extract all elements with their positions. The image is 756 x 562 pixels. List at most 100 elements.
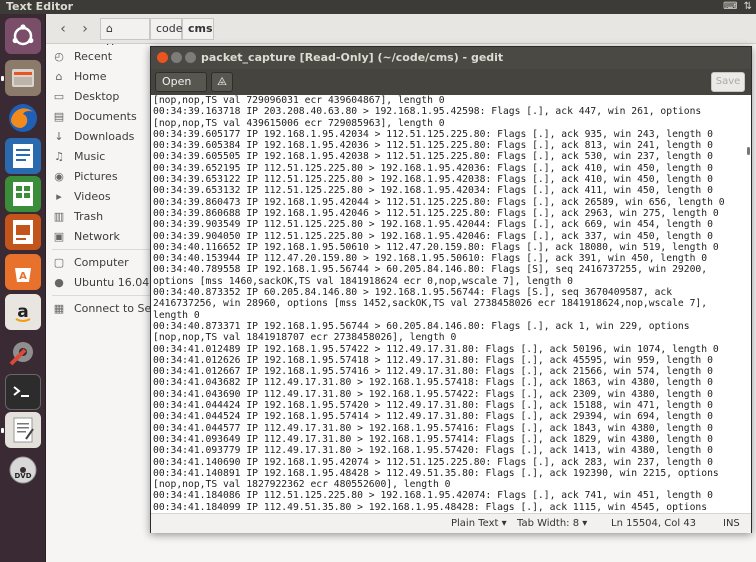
editor-line[interactable]: 00:34:39.653132 IP 112.51.125.225.80 > 1… xyxy=(153,185,749,196)
system-tray: ⌨ ⇅ xyxy=(723,0,752,14)
svg-text:DVD: DVD xyxy=(14,472,31,480)
editor-line[interactable]: 00:34:39.904050 IP 112.51.125.225.80 > 1… xyxy=(153,231,749,242)
editor-line[interactable]: 00:34:41.012489 IP 192.168.1.95.57422 > … xyxy=(153,344,749,355)
editor-line[interactable]: 00:34:41.140690 IP 192.168.1.95.42074 > … xyxy=(153,457,749,468)
editor-line[interactable]: 00:34:41.044524 IP 192.168.1.95.57414 > … xyxy=(153,411,749,422)
editor-line[interactable]: 00:34:39.903549 IP 112.51.125.225.80 > 1… xyxy=(153,219,749,230)
breadcrumb-home[interactable]: ⌂ Home xyxy=(100,18,150,55)
sidebar-item-computer[interactable]: ▢ Computer xyxy=(52,253,129,271)
new-tab-button[interactable]: ⨹ xyxy=(211,72,233,92)
sidebar-item-trash[interactable]: ▥ Trash xyxy=(52,207,103,225)
scrollbar-thumb[interactable] xyxy=(747,147,750,155)
editor-line[interactable]: 00:34:39.605177 IP 192.168.1.95.42034 > … xyxy=(153,129,749,140)
firefox-icon[interactable] xyxy=(5,100,41,136)
editor-line[interactable]: 00:34:41.093779 IP 112.49.17.31.80 > 192… xyxy=(153,445,749,456)
software-center-icon[interactable]: A xyxy=(5,254,41,290)
editor-line[interactable]: 00:34:41.184099 IP 112.49.51.35.80 > 192… xyxy=(153,502,749,513)
editor-line[interactable]: 00:34:41.044424 IP 192.168.1.95.57420 > … xyxy=(153,400,749,411)
editor-line[interactable]: 00:34:39.653122 IP 112.51.125.225.80 > 1… xyxy=(153,174,749,185)
editor-line[interactable]: 00:34:41.044577 IP 112.49.17.31.80 > 192… xyxy=(153,423,749,434)
close-button[interactable] xyxy=(157,52,168,63)
libreoffice-calc-icon[interactable] xyxy=(5,176,41,212)
maximize-button[interactable] xyxy=(185,52,196,63)
files-running-indicator xyxy=(1,76,4,81)
computer-icon: ▢ xyxy=(53,255,65,269)
editor-content[interactable]: [nop,nop,TS val 729096031 ecr 439604867]… xyxy=(151,95,751,513)
editor-line[interactable]: [nop,nop,TS val 729096031 ecr 439604867]… xyxy=(153,95,749,106)
sidebar-item-network[interactable]: ▣ Network xyxy=(52,227,120,245)
music-icon: ♫ xyxy=(54,149,64,163)
amazon-icon[interactable]: a xyxy=(5,294,41,330)
language-selector[interactable]: Plain Text ▾ xyxy=(451,514,507,534)
editor-line[interactable]: [nop,nop,TS val 1841918707 ecr 273845802… xyxy=(153,332,749,343)
chevron-down-icon: ▾ xyxy=(582,518,588,529)
text-editor-area[interactable]: [nop,nop,TS val 729096031 ecr 439604867]… xyxy=(151,95,751,513)
folder-icon: ▭ xyxy=(53,89,65,103)
editor-line[interactable]: 00:34:39.605505 IP 192.168.1.95.42038 > … xyxy=(153,151,749,162)
editor-line[interactable]: 00:34:41.043682 IP 112.49.17.31.80 > 192… xyxy=(153,377,749,388)
breadcrumb-cms[interactable]: cms xyxy=(182,18,214,40)
open-button[interactable]: Open ▾ xyxy=(155,72,207,105)
editor-line[interactable]: [nop,nop,TS val 1827922362 ecr 480552600… xyxy=(153,479,749,490)
editor-line[interactable]: 00:34:40.789558 IP 192.168.1.95.56744 > … xyxy=(153,264,749,275)
gedit-titlebar[interactable]: packet_capture [Read-Only] (~/code/cms) … xyxy=(151,47,751,69)
editor-line[interactable]: [nop,nop,TS val 439615006 ecr 729085963]… xyxy=(153,118,749,129)
editor-line[interactable]: 00:34:41.012626 IP 192.168.1.95.57418 > … xyxy=(153,355,749,366)
libreoffice-impress-icon[interactable] xyxy=(5,214,41,250)
editor-line[interactable]: 00:34:39.860473 IP 192.168.1.95.42044 > … xyxy=(153,197,749,208)
top-panel: Text Editor ⌨ ⇅ xyxy=(0,0,756,14)
editor-line[interactable]: length 0 xyxy=(153,310,749,321)
dvd-icon[interactable]: DVD xyxy=(5,452,41,488)
editor-line[interactable]: 00:34:39.163718 IP 203.208.40.63.80 > 19… xyxy=(153,106,749,117)
terminal-icon[interactable] xyxy=(5,374,41,410)
sidebar-item-music[interactable]: ♫ Music xyxy=(52,147,105,165)
document-icon: ▤ xyxy=(53,109,65,123)
ubuntu-dash-icon[interactable] xyxy=(5,18,41,54)
sidebar-item-recent[interactable]: ◴ Recent xyxy=(52,47,112,65)
sidebar-item-ubuntu-disc[interactable]: ● Ubuntu 16.04.... xyxy=(52,273,163,291)
text-editor-icon[interactable] xyxy=(5,412,41,448)
sidebar-item-pictures[interactable]: ◉ Pictures xyxy=(52,167,117,185)
sidebar-item-videos[interactable]: ▸ Videos xyxy=(52,187,110,205)
home-icon: ⌂ xyxy=(106,22,113,35)
editor-line[interactable]: 00:34:39.605384 IP 192.168.1.95.42036 > … xyxy=(153,140,749,151)
back-arrow-icon[interactable]: ‹ xyxy=(54,20,72,38)
editor-line[interactable]: options [mss 1460,sackOK,TS val 18419186… xyxy=(153,276,749,287)
clock-icon: ◴ xyxy=(54,49,64,63)
save-button[interactable]: Save xyxy=(711,72,745,92)
editor-line[interactable]: 00:34:40.116652 IP 192.168.1.95.50610 > … xyxy=(153,242,749,253)
keyboard-indicator-icon[interactable]: ⌨ xyxy=(723,0,737,14)
editor-line[interactable]: 00:34:40.873371 IP 192.168.1.95.56744 > … xyxy=(153,321,749,332)
editor-line[interactable]: 00:34:41.184086 IP 112.51.125.225.80 > 1… xyxy=(153,490,749,501)
sort-indicator-icon[interactable]: ⇅ xyxy=(744,0,752,14)
sidebar-item-downloads[interactable]: ↓ Downloads xyxy=(52,127,134,145)
editor-line[interactable]: 00:34:39.652195 IP 112.51.125.225.80 > 1… xyxy=(153,163,749,174)
sidebar-item-home[interactable]: ⌂ Home xyxy=(52,67,107,85)
server-icon: ▦ xyxy=(53,301,65,315)
forward-arrow-icon[interactable]: › xyxy=(76,20,94,38)
trash-icon: ▥ xyxy=(53,209,65,223)
sidebar-item-documents[interactable]: ▤ Documents xyxy=(52,107,137,125)
editor-line[interactable]: 00:34:41.012667 IP 192.168.1.95.57416 > … xyxy=(153,366,749,377)
launcher: A a DVD xyxy=(0,14,46,562)
editor-line[interactable]: 00:34:41.043690 IP 112.49.17.31.80 > 192… xyxy=(153,389,749,400)
editor-line[interactable]: 00:34:41.093649 IP 112.49.17.31.80 > 192… xyxy=(153,434,749,445)
system-settings-icon[interactable] xyxy=(5,334,41,370)
libreoffice-writer-icon[interactable] xyxy=(5,138,41,174)
minimize-button[interactable] xyxy=(171,52,182,63)
new-document-icon: ⨹ xyxy=(217,75,227,88)
files-icon[interactable] xyxy=(5,60,41,96)
tab-width-selector[interactable]: Tab Width: 8 ▾ xyxy=(517,514,587,534)
breadcrumb-code[interactable]: code xyxy=(150,18,183,40)
sidebar-item-desktop[interactable]: ▭ Desktop xyxy=(52,87,120,105)
chevron-down-icon: ▾ xyxy=(501,518,507,529)
editor-line[interactable]: 00:34:40.873352 IP 60.205.84.146.80 > 19… xyxy=(153,287,749,298)
gedit-window: packet_capture [Read-Only] (~/code/cms) … xyxy=(150,46,752,533)
editor-line[interactable]: 2416737256, win 28960, options [mss 1452… xyxy=(153,298,749,309)
editor-line[interactable]: 00:34:40.153944 IP 112.47.20.159.80 > 19… xyxy=(153,253,749,264)
editor-line[interactable]: 00:34:41.140891 IP 192.168.1.95.48428 > … xyxy=(153,468,749,479)
network-icon: ▣ xyxy=(53,229,65,243)
cursor-position: Ln 15504, Col 43 xyxy=(611,518,697,529)
editor-line[interactable]: 00:34:39.860688 IP 192.168.1.95.42046 > … xyxy=(153,208,749,219)
disc-icon: ● xyxy=(54,275,64,289)
